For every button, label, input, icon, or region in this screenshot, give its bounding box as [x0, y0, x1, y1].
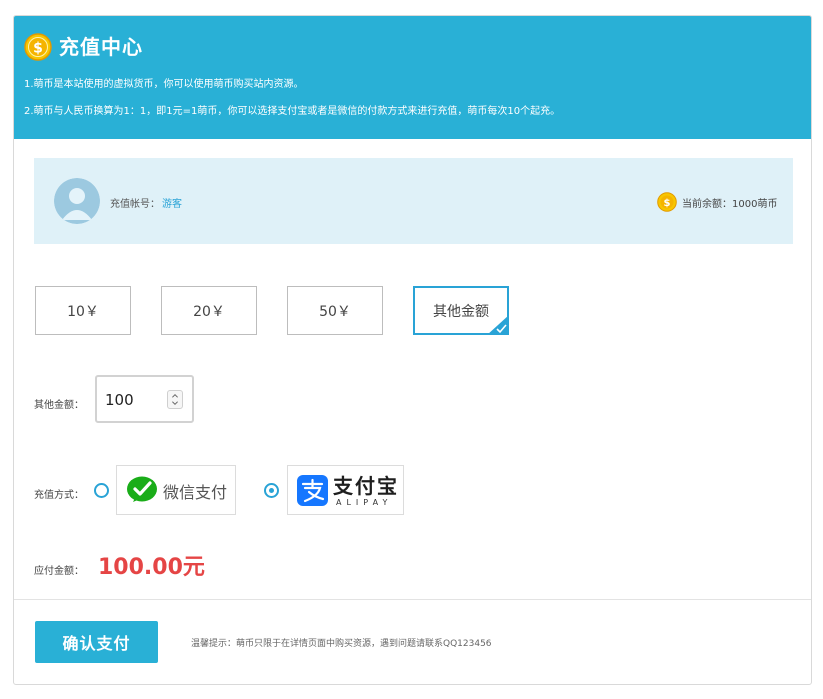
- footer-divider: [14, 599, 811, 600]
- svg-text:$: $: [664, 198, 671, 209]
- other-amount-stepper[interactable]: 100: [95, 375, 194, 423]
- wechat-pay-option[interactable]: 微信支付: [116, 465, 236, 515]
- alipay-english-label: ALIPAY: [336, 498, 393, 507]
- wechat-pay-label: 微信支付: [163, 483, 228, 502]
- account-value[interactable]: 游客: [162, 195, 182, 210]
- header-banner: $ 充值中心 1.萌币是本站使用的虚拟货币，你可以使用萌币购买站内资源。 2.萌…: [14, 16, 811, 139]
- amount-option-label: 其他金额: [433, 303, 489, 320]
- account-info-box: 充值帐号： 游客 $ 当前余额： 1000萌币: [34, 158, 793, 244]
- alipay-label: 支付宝: [333, 474, 399, 498]
- other-amount-label: 其他金额：: [34, 400, 84, 411]
- amount-option-label: 50￥: [319, 303, 351, 320]
- balance-coin-icon: $: [657, 192, 677, 212]
- rule-note-1: 1.萌币是本站使用的虚拟货币，你可以使用萌币购买站内资源。: [24, 79, 304, 90]
- spinner-arrows-icon[interactable]: [167, 390, 183, 409]
- other-amount-value: 100: [105, 391, 134, 409]
- amount-option-other[interactable]: 其他金额: [413, 286, 509, 335]
- account-label: 充值帐号：: [110, 199, 160, 210]
- amount-option-label: 10￥: [67, 303, 99, 320]
- amount-option-20[interactable]: 20￥: [161, 286, 257, 335]
- rule-note-2: 2.萌币与人民币换算为1：1，即1元=1萌币，你可以选择支付宝或者是微信的付款方…: [24, 106, 561, 117]
- page-title: 充值中心: [59, 35, 143, 59]
- selected-check-icon: [487, 315, 509, 335]
- avatar: [54, 178, 100, 224]
- alipay-radio[interactable]: [264, 483, 279, 498]
- due-amount-value: 100.00元: [98, 555, 205, 580]
- balance-label: 当前余额：: [682, 199, 732, 210]
- svg-text:$: $: [33, 41, 43, 57]
- coin-icon: $: [24, 33, 52, 61]
- amount-option-50[interactable]: 50￥: [287, 286, 383, 335]
- amount-option-10[interactable]: 10￥: [35, 286, 131, 335]
- payment-method-label: 充值方式：: [34, 490, 84, 501]
- wechat-pay-icon: [127, 476, 157, 502]
- warm-tip: 温馨提示：萌币只限于在详情页面中购买资源，遇到问题请联系QQ123456: [191, 639, 492, 649]
- due-amount-label: 应付金额：: [34, 566, 84, 577]
- alipay-icon: [297, 475, 328, 506]
- confirm-payment-button[interactable]: 确认支付: [35, 621, 158, 663]
- wechat-radio[interactable]: [94, 483, 109, 498]
- amount-option-label: 20￥: [193, 303, 225, 320]
- balance-value: 1000萌币: [732, 199, 778, 210]
- alipay-option[interactable]: 支付宝 ALIPAY: [287, 465, 404, 515]
- recharge-panel: $ 充值中心 1.萌币是本站使用的虚拟货币，你可以使用萌币购买站内资源。 2.萌…: [13, 15, 812, 685]
